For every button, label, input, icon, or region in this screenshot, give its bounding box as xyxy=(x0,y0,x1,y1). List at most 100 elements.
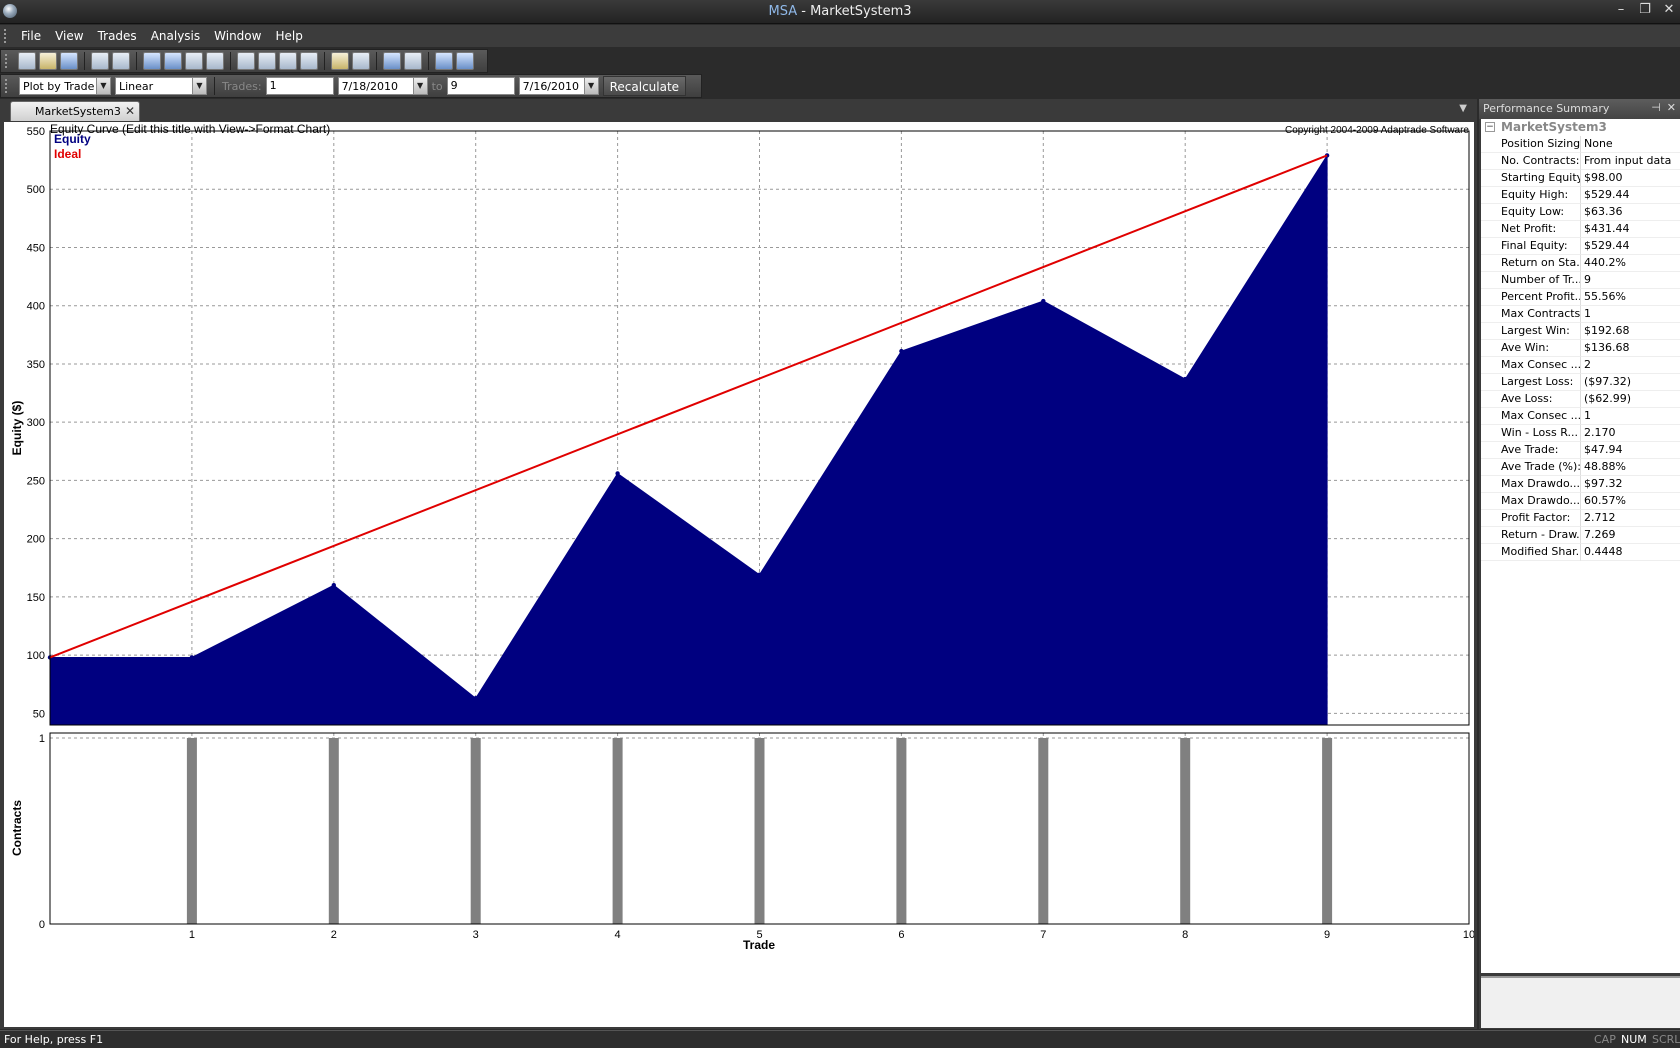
recalculate-button[interactable]: Recalculate xyxy=(602,76,687,96)
perf-row[interactable]: Modified Shar... 0.4448 xyxy=(1481,544,1680,561)
chevron-down-icon[interactable]: ▼ xyxy=(192,78,206,94)
pin-icon[interactable]: ⊣ xyxy=(1651,101,1661,114)
perf-row[interactable]: Max Drawdo... 60.57% xyxy=(1481,493,1680,510)
chevron-down-icon[interactable]: ▼ xyxy=(412,78,427,94)
menu-window[interactable]: Window xyxy=(207,29,268,43)
perf-row[interactable]: Percent Profit... 55.56% xyxy=(1481,289,1680,306)
scale-select[interactable]: Linear ▼ xyxy=(115,77,207,95)
perf-row[interactable]: Starting Equity: $98.00 xyxy=(1481,170,1680,187)
perf-row[interactable]: Max Drawdo... $97.32 xyxy=(1481,476,1680,493)
minimize-icon[interactable]: – xyxy=(1614,2,1628,17)
menu-trades[interactable]: Trades xyxy=(91,29,144,43)
tree-root[interactable]: − MarketSystem3 xyxy=(1481,119,1680,136)
perf-row[interactable]: Equity Low: $63.36 xyxy=(1481,204,1680,221)
print-icon[interactable] xyxy=(112,52,130,70)
equity-y-ticks: 550 500 450 400 350 300 250 200 150 100 50 xyxy=(27,126,45,720)
trades-label: Trades: xyxy=(222,79,262,93)
chevron-down-icon[interactable]: ▼ xyxy=(96,78,110,94)
colors-icon[interactable] xyxy=(331,52,349,70)
report-alt-icon[interactable] xyxy=(258,52,276,70)
menu-analysis[interactable]: Analysis xyxy=(144,29,207,43)
chevron-down-icon[interactable]: ▼ xyxy=(583,78,598,94)
perf-row[interactable]: Max Consec ... 2 xyxy=(1481,357,1680,374)
perf-row[interactable]: Win - Loss R... 2.170 xyxy=(1481,425,1680,442)
perf-value: $47.94 xyxy=(1581,442,1680,459)
perf-row[interactable]: Position Sizing: None xyxy=(1481,136,1680,153)
close-icon[interactable]: ✕ xyxy=(1662,2,1676,17)
date-to-picker[interactable]: 7/16/2010 ▼ xyxy=(518,77,599,95)
chart-title: Equity Curve (Edit this title with View-… xyxy=(50,122,330,136)
toolbar2-grip[interactable] xyxy=(5,79,9,93)
grid-icon[interactable] xyxy=(206,52,224,70)
menu-help[interactable]: Help xyxy=(268,29,309,43)
performance-grid[interactable]: − MarketSystem3 Position Sizing: None No. … xyxy=(1481,119,1680,973)
close-pane-icon[interactable]: ✕ xyxy=(1667,101,1676,114)
perf-value: $529.44 xyxy=(1581,238,1680,255)
plot-toolbar: Plot by Trade ▼ Linear ▼ Trades: 1 7/18/… xyxy=(0,74,702,98)
collapse-icon[interactable]: − xyxy=(1485,122,1495,132)
save-icon[interactable] xyxy=(60,52,78,70)
list-alt-icon[interactable] xyxy=(300,52,318,70)
chart-edit-icon[interactable] xyxy=(164,52,182,70)
trades-to-input[interactable]: 9 xyxy=(446,77,515,95)
perf-row[interactable]: Net Profit: $431.44 xyxy=(1481,221,1680,238)
perf-value: From input data xyxy=(1581,153,1680,170)
tab-label: MarketSystem3 xyxy=(35,105,121,118)
context-help-icon[interactable] xyxy=(435,52,453,70)
tab-marketsystem3[interactable]: MarketSystem3 ✕ xyxy=(10,101,140,121)
perf-row[interactable]: Max Consec ... 1 xyxy=(1481,408,1680,425)
window-title-doc: MarketSystem3 xyxy=(810,4,912,19)
zoom-out-icon[interactable] xyxy=(404,52,422,70)
y-tick-label: 250 xyxy=(27,475,45,487)
y-tick-label: 450 xyxy=(27,242,45,254)
edit-trades-icon[interactable] xyxy=(143,52,161,70)
tab-list-chevron-icon[interactable]: ▼ xyxy=(1459,103,1467,114)
report-icon[interactable] xyxy=(237,52,255,70)
perf-row[interactable]: Ave Loss: ($62.99) xyxy=(1481,391,1680,408)
toolbar-grip[interactable] xyxy=(5,54,9,68)
menu-view[interactable]: View xyxy=(48,29,90,43)
perf-row[interactable]: No. Contracts: From input data xyxy=(1481,153,1680,170)
perf-row[interactable]: Largest Loss: ($97.32) xyxy=(1481,374,1680,391)
restore-icon[interactable]: ❐ xyxy=(1638,2,1652,17)
help-icon[interactable] xyxy=(456,52,474,70)
menu-bar: File View Trades Analysis Window Help xyxy=(0,25,1680,47)
perf-row[interactable]: Ave Win: $136.68 xyxy=(1481,340,1680,357)
x-axis-label: Trade xyxy=(743,938,775,952)
perf-row[interactable]: Ave Trade: $47.94 xyxy=(1481,442,1680,459)
contracts-bars xyxy=(186,738,1333,924)
perf-key: Return on Sta... xyxy=(1481,255,1581,272)
perf-row[interactable]: Ave Trade (%): 48.88% xyxy=(1481,459,1680,476)
num-indicator: NUM xyxy=(1621,1033,1647,1046)
trades-from-input[interactable]: 1 xyxy=(265,77,334,95)
y-tick-label: 200 xyxy=(27,534,45,546)
perf-row[interactable]: Max Contracts: 1 xyxy=(1481,306,1680,323)
close-tab-icon[interactable]: ✕ xyxy=(125,104,135,118)
list-icon[interactable] xyxy=(279,52,297,70)
format-icon[interactable] xyxy=(352,52,370,70)
table-icon[interactable] xyxy=(185,52,203,70)
date-from-picker[interactable]: 7/18/2010 ▼ xyxy=(337,77,428,95)
open-folder-icon[interactable] xyxy=(39,52,57,70)
perf-row[interactable]: Return on Sta... 440.2% xyxy=(1481,255,1680,272)
zoom-in-icon[interactable] xyxy=(383,52,401,70)
perf-row[interactable]: Return - Draw... 7.269 xyxy=(1481,527,1680,544)
contracts-y-tick-label: 0 xyxy=(39,919,45,931)
new-file-icon[interactable] xyxy=(18,52,36,70)
menu-file[interactable]: File xyxy=(14,29,48,43)
equity-point xyxy=(1041,298,1046,304)
perf-key: Profit Factor: xyxy=(1481,510,1581,527)
menubar-grip[interactable] xyxy=(4,29,8,43)
perf-row[interactable]: Profit Factor: 2.712 xyxy=(1481,510,1680,527)
window-title-app: MSA xyxy=(768,4,798,19)
perf-key: Win - Loss R... xyxy=(1481,425,1581,442)
perf-row[interactable]: Number of Tr... 9 xyxy=(1481,272,1680,289)
perf-value: 440.2% xyxy=(1581,255,1680,272)
plot-mode-select[interactable]: Plot by Trade ▼ xyxy=(19,77,111,95)
perf-value: 55.56% xyxy=(1581,289,1680,306)
x-tick-label: 10 xyxy=(1463,929,1474,941)
perf-row[interactable]: Largest Win: $192.68 xyxy=(1481,323,1680,340)
perf-row[interactable]: Final Equity: $529.44 xyxy=(1481,238,1680,255)
copy-icon[interactable] xyxy=(91,52,109,70)
perf-row[interactable]: Equity High: $529.44 xyxy=(1481,187,1680,204)
